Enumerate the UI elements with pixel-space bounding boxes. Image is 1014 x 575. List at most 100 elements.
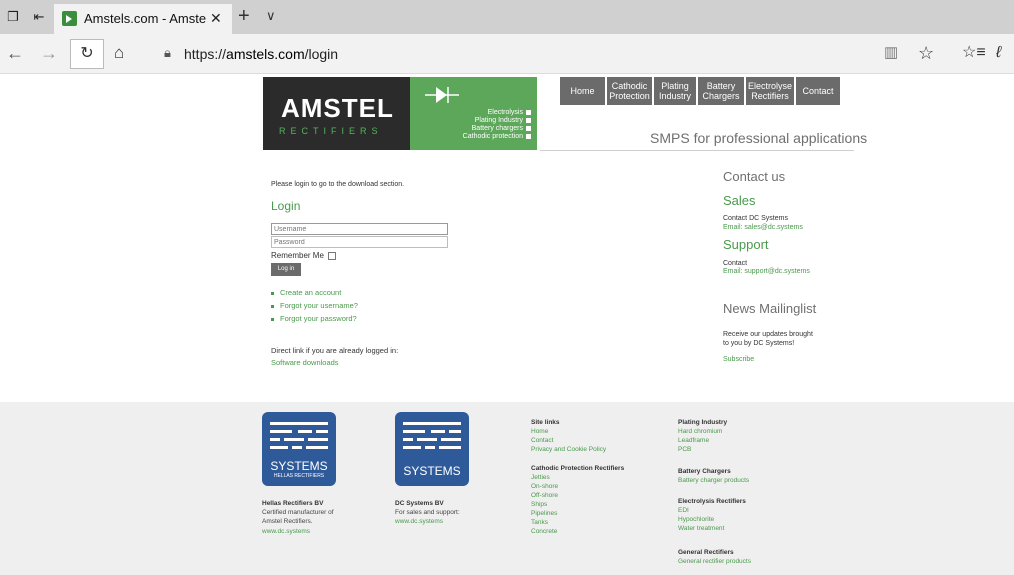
contact-us-heading: Contact us [723,169,786,184]
footer-link-general-products[interactable]: General rectifier products [678,558,751,565]
footer-link-water-treatment[interactable]: Water treatment [678,525,724,532]
sales-contact-text: Contact DC Systems [723,215,788,222]
support-contact-text: Contact [723,260,748,267]
dc-logo-bars-icon [403,422,461,449]
header-item-plating[interactable]: Plating Industry [475,117,531,124]
set-tabs-aside-icon[interactable]: ⇤ [30,8,48,26]
browser-tab-bar: ❐ ⇤ Amstels.com - Amstel R ✕ + ∨ [0,0,1014,34]
bullet-icon [271,291,274,295]
forgot-username-link[interactable]: Forgot your username? [271,301,358,310]
close-tab-icon[interactable]: ✕ [210,10,222,27]
site-tagline: SMPS for professional applications [650,130,868,146]
address-bar[interactable]: 🔒︎ https://amstels.com/login [150,39,870,69]
direct-link-text: Direct link if you are already logged in… [271,346,399,355]
news-text-line2: to you by DC Systems! [723,340,795,347]
footer-link-jetties[interactable]: Jetties [531,474,550,481]
favorites-list-icon[interactable]: ☆≡ [962,43,986,63]
bullet-icon [271,317,274,321]
footer-link-off-shore[interactable]: Off-shore [531,492,558,499]
login-heading: Login [271,199,301,213]
software-downloads-link[interactable]: Software downloads [271,358,339,367]
footer-link-concrete[interactable]: Concrete [531,528,557,535]
dcsys-title: DC Systems BV [395,500,444,507]
header-item-electrolysis[interactable]: Electrolysis [488,109,531,116]
tab-list-icon[interactable]: ❐ [4,8,22,26]
nav-plating-industry[interactable]: Plating Industry [654,77,696,105]
footer-link-on-shore[interactable]: On-shore [531,483,558,490]
login-button[interactable]: Log in [271,263,301,276]
header-item-battery[interactable]: Battery chargers [472,125,531,132]
header-product-panel: Electrolysis Plating Industry Battery ch… [410,77,537,150]
hellas-line2: Amstel Rectifiers. [262,518,313,525]
remember-me: Remember Me [271,251,336,260]
logo-systems-text: SYSTEMS [270,459,328,473]
username-input[interactable] [271,223,448,235]
back-arrow-icon[interactable]: ← [6,43,24,63]
dc-logo-bars-icon [270,422,328,449]
footer-link-contact[interactable]: Contact [531,437,553,444]
cathodic-title: Cathodic Protection Rectifiers [531,465,625,472]
hellas-line1: Certified manufacturer of [262,509,334,516]
footer-link-pipelines[interactable]: Pipelines [531,510,557,517]
new-tab-icon[interactable]: + [238,6,250,26]
footer-link-pcb[interactable]: PCB [678,446,691,453]
page-footer [0,402,1014,575]
footer-link-ships[interactable]: Ships [531,501,547,508]
nav-electrolyse-rectifiers[interactable]: Electrolyse Rectifiers [746,77,794,105]
forgot-password-link[interactable]: Forgot your password? [271,314,357,323]
footer-link-leadframe[interactable]: Leadframe [678,437,709,444]
support-heading: Support [723,237,769,252]
nav-home[interactable]: Home [560,77,605,105]
web-note-pen-icon[interactable]: ℓ [996,43,1001,63]
diode-icon [425,87,459,103]
sales-email-link[interactable]: Email: sales@dc.systems [723,224,803,231]
logo-sub-text: RECTIFIERS [279,126,383,136]
amstel-logo[interactable]: AMSTEL RECTIFIERS [263,77,410,150]
footer-link-edi[interactable]: EDI [678,507,689,514]
logo-main-text: AMSTEL [281,93,394,123]
general-title: General Rectifiers [678,549,734,556]
subscribe-link[interactable]: Subscribe [723,356,754,363]
battery-title: Battery Chargers [678,468,731,475]
site-links-title: Site links [531,419,560,426]
reading-view-icon[interactable]: ▥ [884,43,898,63]
hellas-website-link[interactable]: www.dc.systems [262,528,310,535]
browser-tab-active[interactable]: Amstels.com - Amstel R ✕ [54,4,232,34]
refresh-icon[interactable]: ↻ [70,39,104,69]
browser-nav-bar: ← → ↻ ⌂ 🔒︎ https://amstels.com/login ▥ ☆… [0,34,1014,74]
plating-title: Plating Industry [678,419,728,426]
home-icon[interactable]: ⌂ [114,43,124,63]
support-email-link[interactable]: Email: support@dc.systems [723,268,810,275]
password-input[interactable] [271,236,448,248]
footer-link-hard-chromium[interactable]: Hard chromium [678,428,722,435]
electrolysis-title: Electrolysis Rectifiers [678,498,746,505]
bullet-icon [271,304,274,308]
hellas-title: Hellas Rectifiers BV [262,500,324,507]
favorite-star-icon[interactable]: ☆ [918,43,934,63]
forward-arrow-icon[interactable]: → [40,43,58,63]
footer-link-tanks[interactable]: Tanks [531,519,548,526]
main-nav: Home Cathodic Protection Plating Industry … [560,77,840,105]
header-item-cathodic[interactable]: Cathodic protection [463,133,531,140]
url-text: https://amstels.com/login [184,46,339,62]
dc-systems-logo: SYSTEMS [395,412,469,486]
tab-title: Amstels.com - Amstel R [84,11,206,26]
dcsys-website-link[interactable]: www.dc.systems [395,518,443,525]
create-account-link[interactable]: Create an account [271,288,341,297]
nav-cathodic-protection[interactable]: Cathodic Protection [607,77,652,105]
footer-link-battery-products[interactable]: Battery charger products [678,477,749,484]
news-mailinglist-heading: News Mailinglist [723,301,817,316]
footer-link-hypochlorite[interactable]: Hypochlorite [678,516,714,523]
remember-me-checkbox[interactable] [327,251,336,260]
footer-link-home[interactable]: Home [531,428,548,435]
footer-link-privacy[interactable]: Privacy and Cookie Policy [531,446,606,453]
logo-systems-text: SYSTEMS [403,464,461,478]
dcsys-line1: For sales and support: [395,509,460,516]
dc-systems-hellas-logo: SYSTEMS HELLAS RECTIFIERS [262,412,336,486]
site-favicon-icon [62,11,77,26]
logo-hellas-text: HELLAS RECTIFIERS [273,473,325,479]
lock-icon: 🔒︎ [164,45,171,60]
chevron-down-icon[interactable]: ∨ [266,8,276,24]
nav-contact[interactable]: Contact [796,77,840,105]
nav-battery-chargers[interactable]: Battery Chargers [698,77,744,105]
